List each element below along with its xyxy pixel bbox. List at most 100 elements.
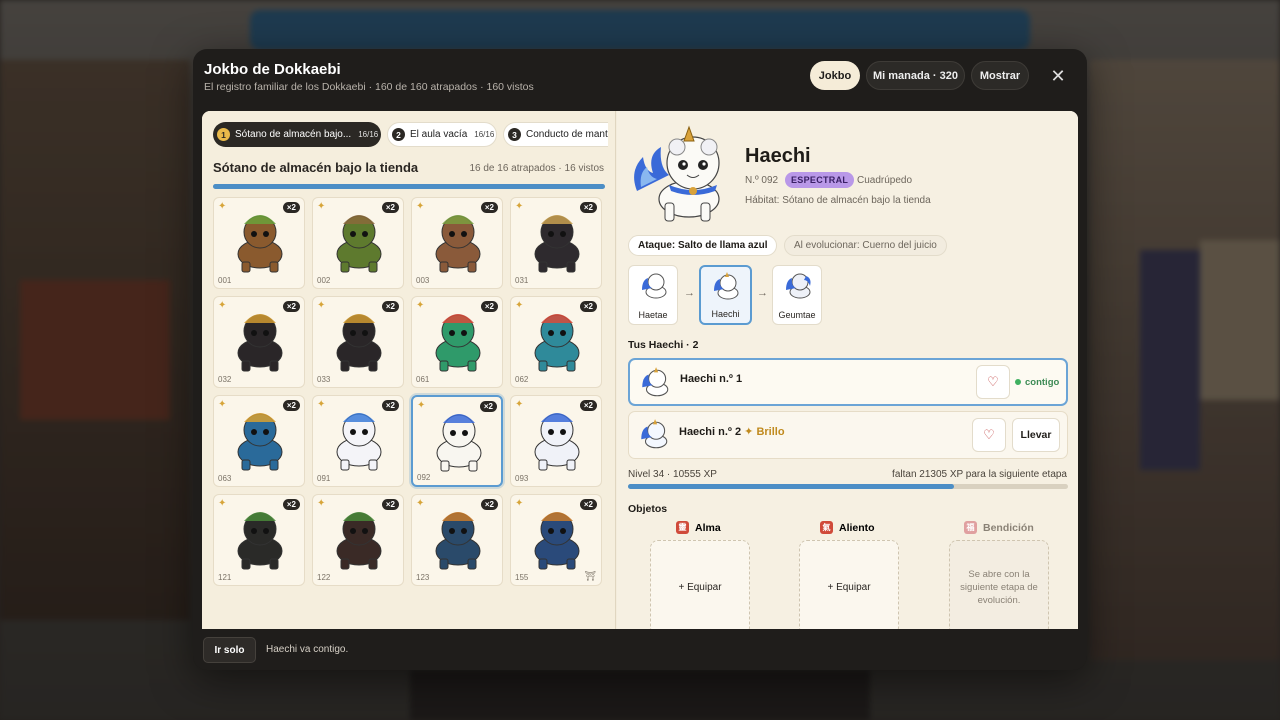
creature-type: Cuadrúpedo [857,175,913,186]
attack-chip: Ataque: Salto de llama azul [628,235,778,256]
area-tab-3[interactable]: 3 Conducto de mant [503,122,608,147]
creature-sprite [336,314,382,372]
owned-name: Haechi n.º 2 ✦ Brillo [679,426,785,438]
haechi-icon [714,272,739,300]
evolution-geumtae[interactable]: Geumtae [772,265,822,325]
evolve-chip: Al evolucionar: Cuerno del juicio [784,235,947,256]
heart-icon[interactable]: ♡ [972,418,1006,452]
creature-number: 002 [317,276,331,285]
tab-label: Sótano de almacén bajo... [235,129,352,140]
creature-sprite [435,512,481,570]
geumtae-icon [786,273,811,299]
haetae-icon [642,273,667,299]
tab-count: 16/16 [358,130,379,139]
creature-card-093[interactable]: ✦ ×2 093 [510,395,602,487]
jokbo-modal: Jokbo de Dokkaebi El registro familiar d… [193,49,1087,670]
equip-slot-alma[interactable]: + Equipar [650,540,750,629]
creature-number: 001 [218,276,232,285]
take-button[interactable]: Llevar [1012,418,1060,452]
area-tab-1[interactable]: 1 Sótano de almacén bajo... 16/16 [213,122,381,147]
creature-number: N.º 092 [745,175,779,186]
creature-number: 091 [317,474,331,483]
tab-number: 1 [217,128,230,141]
tab-label: Conducto de mant [526,129,608,140]
creature-sprite [336,215,382,273]
creature-number: 123 [416,573,430,582]
close-icon[interactable]: ✕ [1049,67,1067,85]
detail-panel: Haechi N.º 092 ESPECTRAL Cuadrúpedo Hábi… [617,111,1078,629]
evolution-haetae[interactable]: Haetae [628,265,678,325]
soul-icon: 靈 [676,521,689,534]
evolution-haechi[interactable]: Haechi [699,265,752,325]
creature-card-092[interactable]: ✦ ×2 092 [411,395,503,487]
catalog-panel: 1 Sótano de almacén bajo... 16/16 2 El a… [202,111,616,629]
level-text: Nivel 34 · 10555 XP [628,469,717,480]
tab-label: El aula vacía [410,129,468,140]
slot-header-bendicion: 福 Bendición [964,521,1034,534]
shiny-badge: ✦ Brillo [744,426,785,438]
owned-haechi-2[interactable]: Haechi n.º 2 ✦ Brillo ♡ Llevar [628,411,1068,459]
modal-footer: Ir solo Haechi va contigo. [193,629,1087,670]
creature-sprite [435,314,481,372]
modal-subtitle: El registro familiar de los Dokkaebi · 1… [204,81,534,93]
creature-sprite [237,413,283,471]
slot-header-alma: 靈 Alma [676,521,721,534]
creature-number: 061 [416,375,430,384]
heart-icon[interactable]: ♡ [976,365,1010,399]
arrow-right-icon: → [684,287,695,299]
arrow-right-icon: → [757,287,768,299]
xp-remaining: faltan 21305 XP para la siguiente etapa [892,469,1067,480]
creature-number: 031 [515,276,529,285]
area-title: Sótano de almacén bajo la tienda [213,160,419,175]
creature-sprite [435,215,481,273]
creature-card-001[interactable]: ✦ ×2 001 [213,197,305,289]
haechi-icon [641,419,668,449]
creature-card-122[interactable]: ✦ ×2 122 [312,494,404,586]
creature-number: 092 [417,473,431,482]
creature-card-031[interactable]: ✦ ×2 031 [510,197,602,289]
footer-message: Haechi va contigo. [266,644,349,655]
modal-title: Jokbo de Dokkaebi [204,61,341,78]
creature-number: 122 [317,573,331,582]
creature-card-123[interactable]: ✦ ×2 123 [411,494,503,586]
owned-name: Haechi n.º 1 [680,373,743,385]
creature-sprite [237,512,283,570]
evolution-label: Geumtae [778,310,816,320]
show-button[interactable]: Mostrar [971,61,1029,90]
creature-sprite [436,414,482,472]
breath-icon: 氣 [820,521,833,534]
tab-number: 3 [508,128,521,141]
equip-slot-aliento[interactable]: + Equipar [799,540,899,629]
creature-card-032[interactable]: ✦ ×2 032 [213,296,305,388]
creature-number: 032 [218,375,232,384]
creature-sprite [336,413,382,471]
creature-card-033[interactable]: ✦ ×2 033 [312,296,404,388]
creature-card-121[interactable]: ✦ ×2 121 [213,494,305,586]
locked-slot-bendicion: Se abre con la siguiente etapa de evoluc… [949,540,1049,629]
creature-number: 033 [317,375,331,384]
go-solo-button[interactable]: Ir solo [203,637,256,663]
jokbo-book: 1 Sótano de almacén bajo... 16/16 2 El a… [202,111,1078,629]
xp-progress-bar [628,484,1068,489]
gate-icon: ⛩ [584,571,596,581]
creature-name: Haechi [745,145,811,167]
rarity-badge: ESPECTRAL [785,172,855,188]
creature-sprite [237,215,283,273]
creature-card-062[interactable]: ✦ ×2 062 [510,296,602,388]
modal-header: Jokbo de Dokkaebi El registro familiar d… [193,49,1087,111]
my-pack-button[interactable]: Mi manada · 320 [866,61,965,90]
creature-sprite [336,512,382,570]
area-tab-2[interactable]: 2 El aula vacía 16/16 [387,122,497,147]
creature-card-003[interactable]: ✦ ×2 003 [411,197,503,289]
creature-card-002[interactable]: ✦ ×2 002 [312,197,404,289]
creature-card-091[interactable]: ✦ ×2 091 [312,395,404,487]
creature-card-061[interactable]: ✦ ×2 061 [411,296,503,388]
creature-number: 063 [218,474,232,483]
creature-number: 093 [515,474,529,483]
creature-card-063[interactable]: ✦ ×2 063 [213,395,305,487]
creature-number: 155 [515,573,529,582]
tab-number: 2 [392,128,405,141]
jokbo-tab-button[interactable]: Jokbo [810,61,860,90]
owned-haechi-1[interactable]: Haechi n.º 1 ♡ contigo [628,358,1068,406]
creature-card-155[interactable]: ✦ ×2 155 ⛩ [510,494,602,586]
